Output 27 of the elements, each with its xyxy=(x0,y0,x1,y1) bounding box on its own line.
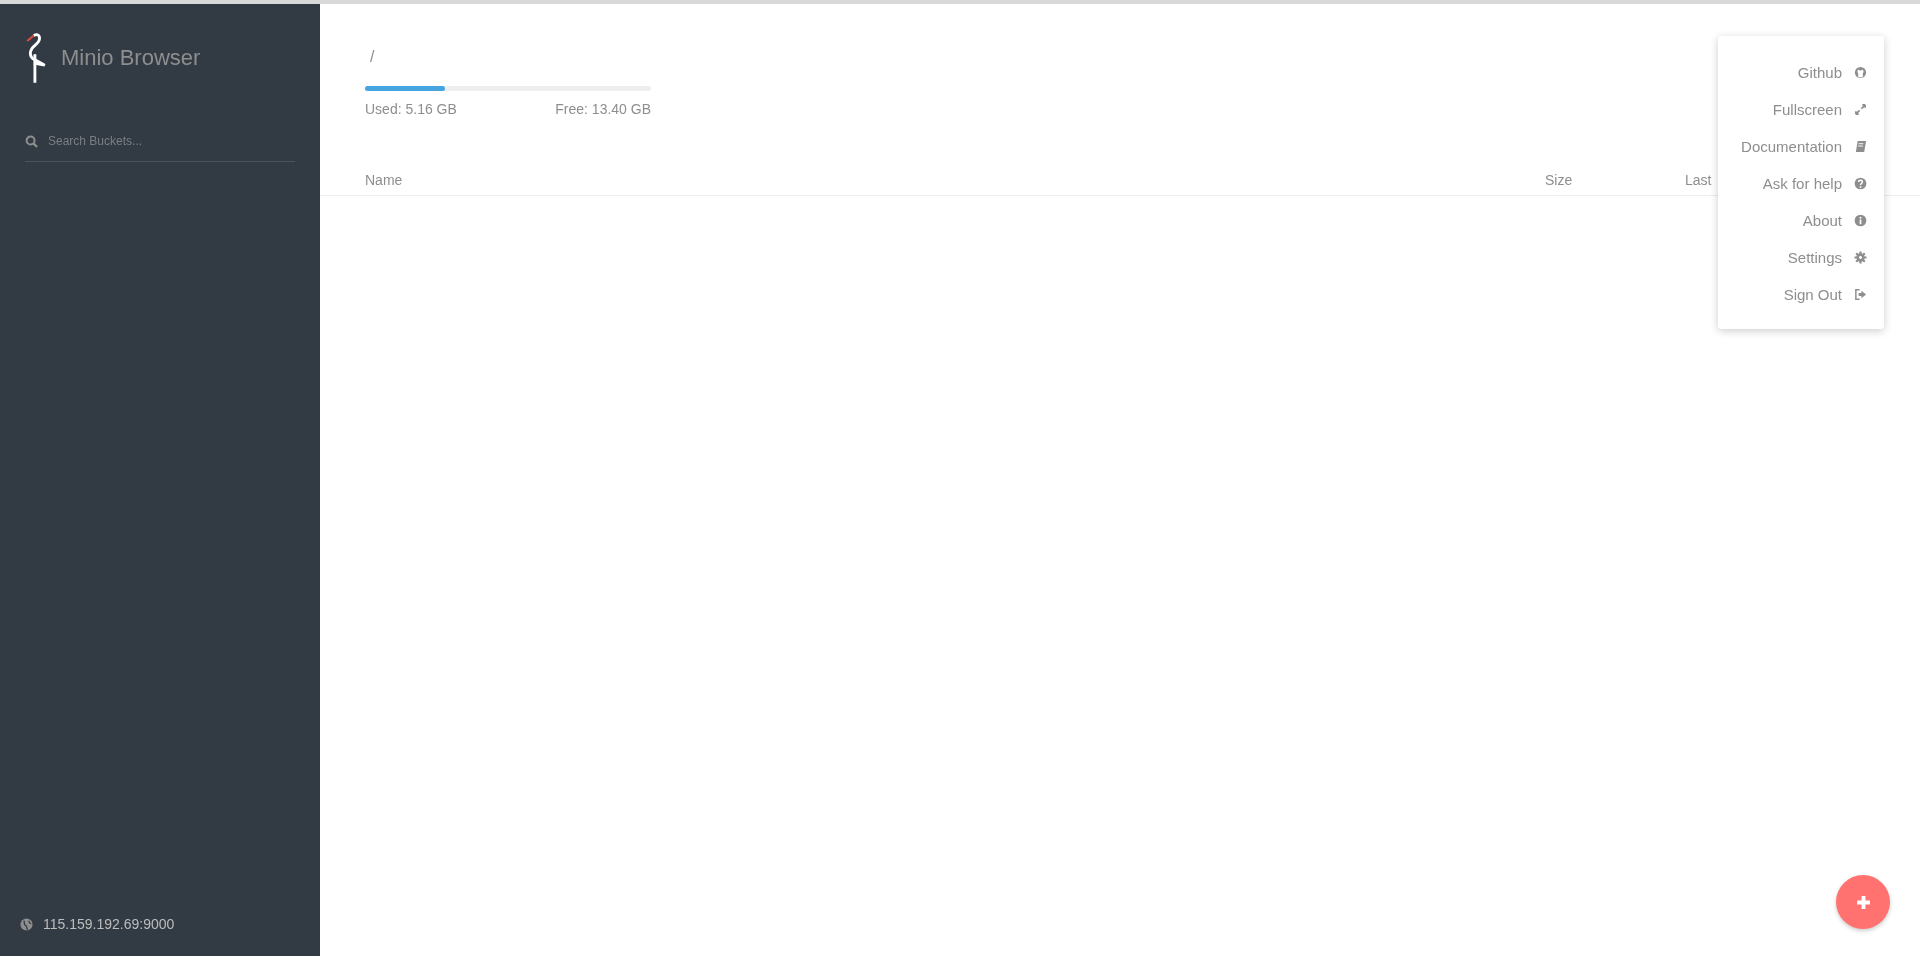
github-icon xyxy=(1854,66,1867,79)
help-icon xyxy=(1854,177,1867,190)
bird-logo-icon xyxy=(25,30,47,85)
expand-icon xyxy=(1854,103,1867,116)
menu-item[interactable]: About xyxy=(1802,212,1842,229)
menu-item[interactable]: Ask for help xyxy=(1762,175,1842,192)
column-header[interactable]: Size xyxy=(1545,172,1685,188)
search-icon xyxy=(25,134,38,148)
info-icon xyxy=(1854,214,1867,227)
app-title: Minio Browser xyxy=(61,44,201,71)
globe-icon xyxy=(20,917,33,931)
settings-icon xyxy=(1854,251,1867,264)
book-icon xyxy=(1854,140,1867,153)
menu-item[interactable]: Fullscreen xyxy=(1772,101,1842,118)
bucket-path: / xyxy=(370,48,375,66)
plus-icon xyxy=(1855,894,1871,910)
free-storage: Free: 13.40 GB xyxy=(555,101,651,117)
menu-item[interactable]: Documentation xyxy=(1741,138,1842,155)
used-storage: Used: 5.16 GB xyxy=(365,101,457,117)
sign-out-icon xyxy=(1854,288,1867,301)
column-header[interactable]: Name xyxy=(365,172,1545,188)
menu-item[interactable]: Github xyxy=(1797,64,1842,81)
server-address: 115.159.192.69:9000 xyxy=(43,916,175,932)
add-button[interactable] xyxy=(1836,875,1890,929)
menu-item[interactable]: Settings xyxy=(1787,249,1842,266)
menu-item[interactable]: Sign Out xyxy=(1783,286,1842,303)
search-field[interactable]: Search Buckets... xyxy=(46,133,295,149)
